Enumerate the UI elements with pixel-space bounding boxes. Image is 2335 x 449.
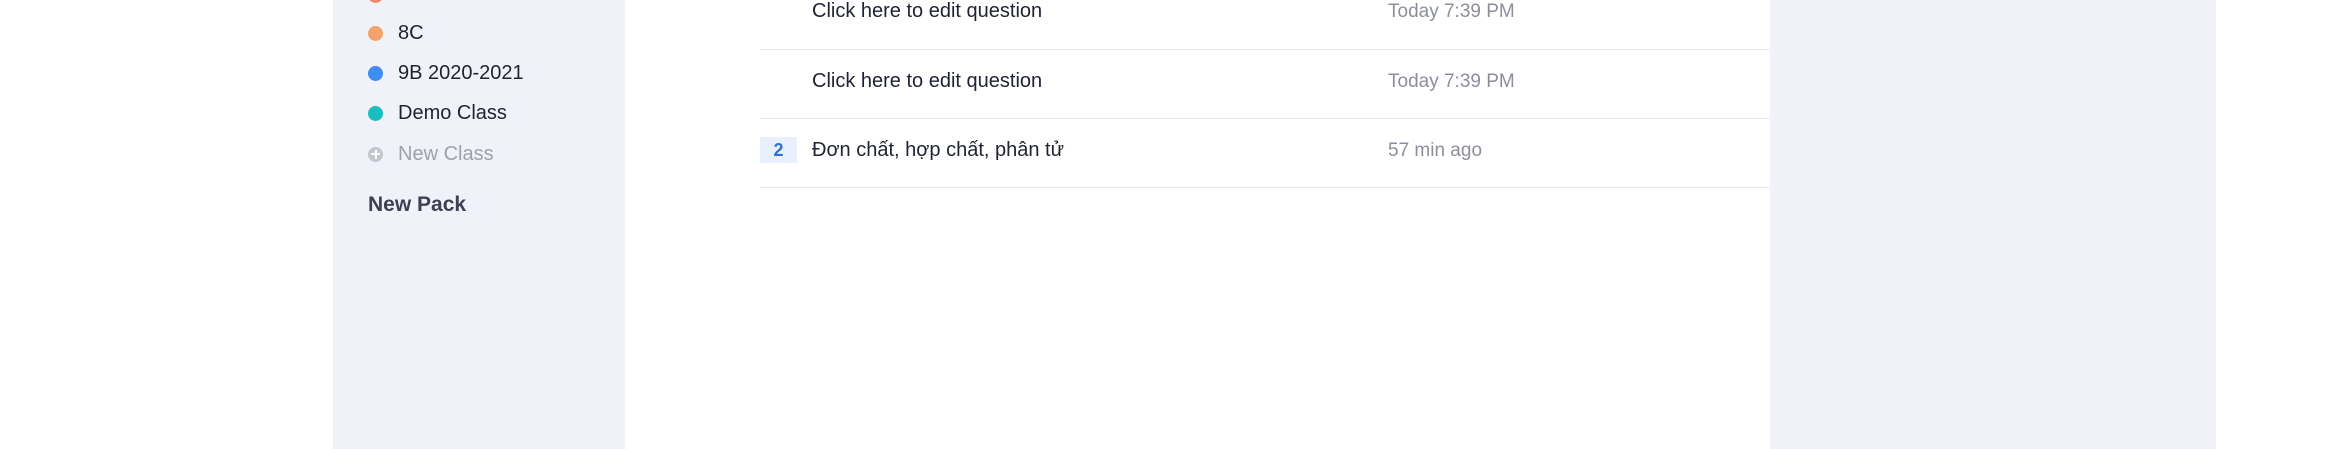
question-time: Today 7:39 PM (1388, 1, 1515, 22)
new-class-label: New Class (398, 142, 494, 165)
right-panel (1770, 0, 2216, 449)
question-number-badge: 2 (760, 137, 797, 163)
new-class-button[interactable]: New Class (368, 139, 494, 169)
app-page: 8C 9B 2020-2021 Demo Class New Class New… (0, 0, 2335, 449)
sidebar: 8C 9B 2020-2021 Demo Class New Class New… (333, 0, 625, 449)
sidebar-class-item-partial[interactable] (368, 0, 398, 10)
sidebar-class-item-9b[interactable]: 9B 2020-2021 (368, 58, 524, 88)
question-text[interactable]: Đơn chất, hợp chất, phân tử (812, 139, 1064, 162)
main-content: Click here to edit question Today 7:39 P… (625, 0, 1830, 449)
question-time: Today 7:39 PM (1388, 71, 1515, 92)
class-color-dot (368, 105, 383, 121)
class-label: Demo Class (398, 101, 507, 124)
question-time: 57 min ago (1388, 140, 1483, 161)
question-text[interactable]: Click here to edit question (812, 70, 1042, 93)
class-color-dot (368, 65, 383, 81)
question-row[interactable]: 2 Đơn chất, hợp chất, phân tử 57 min ago (760, 119, 1830, 188)
class-label: 8C (398, 21, 424, 44)
question-row[interactable]: Click here to edit question Today 7:39 P… (760, 50, 1830, 119)
class-color-dot (368, 0, 383, 3)
question-list: Click here to edit question Today 7:39 P… (760, 0, 1830, 188)
sidebar-class-item-8c[interactable]: 8C (368, 18, 424, 48)
question-text[interactable]: Click here to edit question (812, 0, 1042, 23)
class-label: 9B 2020-2021 (398, 61, 524, 84)
plus-circle-icon (368, 146, 383, 162)
sidebar-class-item-demo[interactable]: Demo Class (368, 98, 507, 128)
question-row[interactable]: Click here to edit question Today 7:39 P… (760, 0, 1830, 50)
class-color-dot (368, 25, 383, 41)
new-pack-button[interactable]: New Pack (368, 193, 466, 217)
